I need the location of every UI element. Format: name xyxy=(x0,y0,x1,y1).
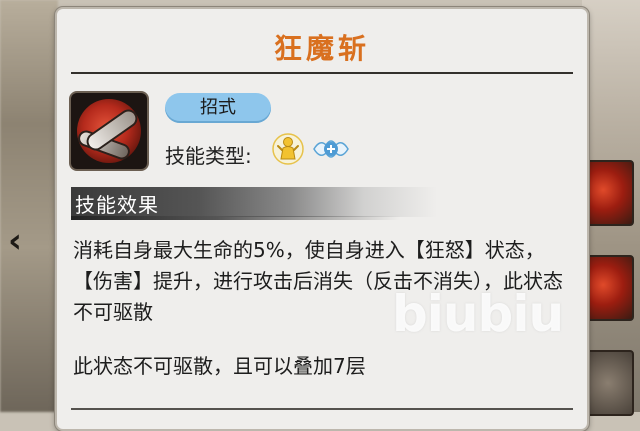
side-card-thumbnail[interactable] xyxy=(582,255,634,321)
attack-type-icon xyxy=(272,133,304,165)
background-left xyxy=(0,0,58,412)
skill-title: 狂魔斩 xyxy=(273,32,370,65)
skill-icon xyxy=(71,93,147,169)
assist-type-icon xyxy=(313,140,349,158)
bottom-divider xyxy=(71,408,573,410)
skill-category-badge: 招式 xyxy=(165,93,271,123)
skill-description-extra: 此状态不可驱散，且可以叠加7层 xyxy=(73,354,366,378)
effect-section-title: 技能效果 xyxy=(75,193,159,217)
skill-type-label: 技能类型: xyxy=(165,144,252,168)
side-card-thumbnail[interactable] xyxy=(582,160,634,226)
watermark: biubiu xyxy=(392,285,564,343)
prev-arrow-icon[interactable]: ‹ xyxy=(8,222,34,260)
side-card-thumbnail[interactable] xyxy=(582,350,634,416)
title-divider xyxy=(71,72,573,74)
skill-detail-panel: 狂魔斩 招式 技能类型: 技能效果 消耗自身最大生命的5%，使自身进入【狂怒】状… xyxy=(55,7,589,431)
